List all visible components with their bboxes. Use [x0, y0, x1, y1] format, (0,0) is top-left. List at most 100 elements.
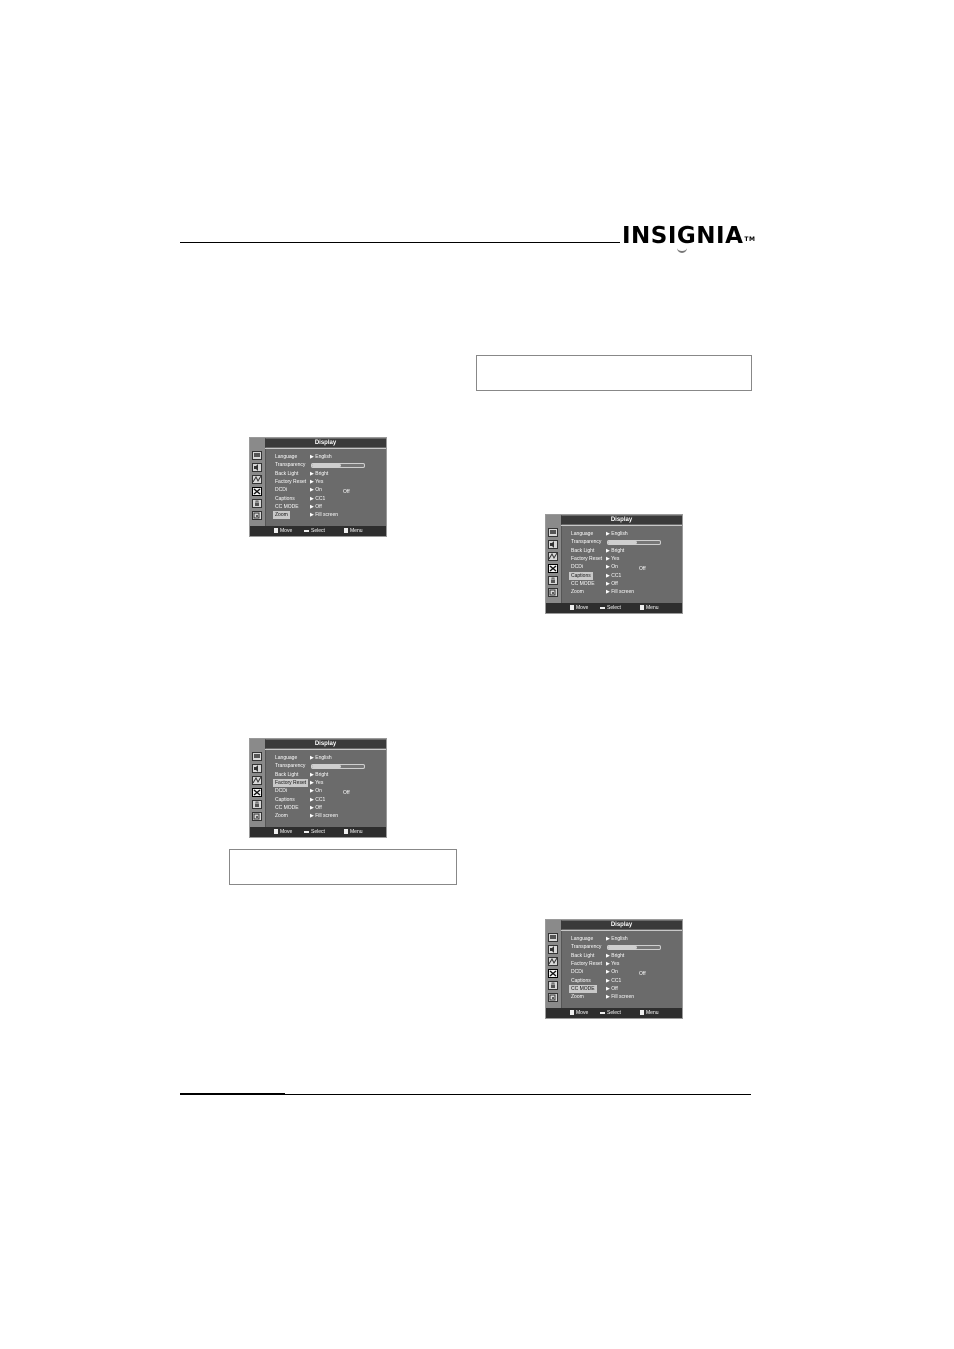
osd-row-captions[interactable]: Captions ▶ CC1	[265, 796, 386, 804]
osd-row-label: Back Light	[571, 952, 595, 959]
setup-icon[interactable]	[548, 969, 558, 978]
osd-row-dcdi[interactable]: DCDi ▶ On	[561, 563, 682, 571]
insignia-logo: INSIGNIATM	[622, 220, 756, 253]
transparency-slider[interactable]	[311, 463, 365, 469]
osd-title: Display	[265, 740, 386, 748]
osd-row-label: Factory Reset	[275, 478, 307, 485]
osd-row-captions[interactable]: Captions ▶ CC1	[561, 571, 682, 580]
osd-sidebar	[546, 515, 562, 603]
osd-footer: Move Select Menu to exit	[250, 526, 386, 536]
transparency-slider[interactable]	[607, 945, 661, 951]
osd-row-value: ▶ CC1	[606, 572, 622, 579]
move-hint: Move	[570, 1008, 588, 1018]
osd-row-value: ▶ On	[310, 788, 322, 795]
osd-sidebar	[250, 438, 266, 526]
osd-row-value: ▶ Bright	[310, 771, 329, 778]
osd-title-underline	[561, 525, 682, 526]
osd-row-value: ▶ Yes	[310, 478, 324, 485]
enter-key-icon	[600, 1011, 605, 1014]
lock-icon[interactable]	[252, 800, 262, 809]
osd-row-value: ▶ Off	[606, 580, 618, 587]
input-icon[interactable]	[548, 993, 558, 1002]
transparency-slider[interactable]	[311, 764, 365, 770]
osd-row-factory-reset[interactable]: Factory Reset ▶ Yes	[561, 960, 682, 968]
updown-key-icon	[570, 1010, 574, 1016]
osd-row-captions[interactable]: Captions ▶ CC1	[561, 977, 682, 985]
channel-icon[interactable]	[548, 552, 558, 561]
channel-icon[interactable]	[252, 776, 262, 785]
osd-row-factory-reset[interactable]: Factory Reset ▶ Yes	[265, 478, 386, 486]
osd-row-value: ▶ English	[310, 755, 332, 761]
osd-row-back-light[interactable]: Back Light ▶ Bright	[265, 771, 386, 779]
osd-row-value: ▶ CC1	[310, 796, 326, 803]
menu-key-icon	[344, 528, 348, 534]
sound-icon[interactable]	[548, 945, 558, 954]
osd-row-back-light[interactable]: Back Light ▶ Bright	[561, 952, 682, 960]
osd-row-label: Back Light	[571, 547, 595, 554]
osd-footer: Move Select Menu to exit	[546, 603, 682, 613]
osd-row-value: ▶ On	[606, 969, 618, 976]
osd-row-zoom[interactable]: Zoom ▶ Fill screen	[561, 993, 682, 1001]
osd-row-language[interactable]: Language ▶ English	[265, 754, 386, 762]
osd-row-factory-reset[interactable]: Factory Reset ▶ Yes	[561, 555, 682, 563]
input-icon[interactable]	[252, 511, 262, 520]
channel-icon[interactable]	[548, 957, 558, 966]
input-icon[interactable]	[252, 812, 262, 821]
osd-row-value: ▶ Yes	[606, 555, 620, 562]
header-rule	[180, 242, 620, 243]
lock-icon[interactable]	[548, 576, 558, 585]
lock-icon[interactable]	[548, 981, 558, 990]
osd-row-dcdi[interactable]: DCDi ▶ On	[265, 486, 386, 494]
osd-row-value: ▶ CC1	[310, 495, 326, 502]
channel-icon[interactable]	[252, 475, 262, 484]
osd-row-label: Language	[275, 755, 298, 761]
osd-row-cc-mode[interactable]: CC MODE ▶ Off	[265, 503, 386, 511]
osd-row-cc-mode[interactable]: CC MODE ▶ Off	[561, 984, 682, 993]
sound-icon[interactable]	[252, 764, 262, 773]
osd-row-zoom[interactable]: Zoom ▶ Fill screen	[265, 511, 386, 520]
exit-hint: Menu to exit	[640, 603, 659, 613]
osd-row-value: ▶ Off	[310, 804, 322, 811]
osd-row-label: CC MODE	[569, 984, 597, 993]
enter-key-icon	[304, 830, 309, 833]
osd-row-back-light[interactable]: Back Light ▶ Bright	[561, 547, 682, 555]
trademark: TM	[744, 236, 756, 243]
osd-footer: Move Select Menu to exit	[250, 827, 386, 837]
osd-title: Display	[265, 439, 386, 447]
osd-row-language[interactable]: Language ▶ English	[265, 453, 386, 461]
osd-row-label: Language	[571, 531, 594, 537]
sound-icon[interactable]	[548, 540, 558, 549]
setup-icon[interactable]	[548, 564, 558, 573]
osd-row-value: ▶ Fill screen	[606, 994, 635, 1001]
osd-row-label: Zoom	[275, 813, 288, 820]
osd-row-zoom[interactable]: Zoom ▶ Fill screen	[561, 588, 682, 596]
picture-icon[interactable]	[548, 528, 558, 537]
picture-icon[interactable]	[252, 451, 262, 460]
osd-row-language[interactable]: Language ▶ English	[561, 530, 682, 538]
osd-row-transparency[interactable]: Transparency	[265, 762, 386, 770]
osd-row-transparency[interactable]: Transparency	[265, 461, 386, 469]
osd-row-label: DCDi	[571, 969, 583, 976]
picture-icon[interactable]	[548, 933, 558, 942]
setup-icon[interactable]	[252, 487, 262, 496]
lock-icon[interactable]	[252, 499, 262, 508]
osd-row-language[interactable]: Language ▶ English	[561, 935, 682, 943]
picture-icon[interactable]	[252, 752, 262, 761]
osd-row-cc-mode[interactable]: CC MODE ▶ Off	[265, 804, 386, 812]
osd-title-underline	[265, 448, 386, 449]
osd-row-transparency[interactable]: Transparency	[561, 943, 682, 951]
osd-row-captions[interactable]: Captions ▶ CC1	[265, 495, 386, 503]
setup-icon[interactable]	[252, 788, 262, 797]
osd-row-back-light[interactable]: Back Light ▶ Bright	[265, 470, 386, 478]
osd-row-zoom[interactable]: Zoom ▶ Fill screen	[265, 812, 386, 820]
input-icon[interactable]	[548, 588, 558, 597]
osd-row-dcdi[interactable]: DCDi ▶ On	[265, 787, 386, 795]
osd-row-label: DCDi	[571, 564, 583, 571]
osd-row-dcdi[interactable]: DCDi ▶ On	[561, 968, 682, 976]
osd-row-factory-reset[interactable]: Factory Reset ▶ Yes	[265, 778, 386, 787]
osd-row-value: ▶ Bright	[606, 547, 625, 554]
osd-row-cc-mode[interactable]: CC MODE ▶ Off	[561, 580, 682, 588]
transparency-slider[interactable]	[607, 540, 661, 546]
osd-row-transparency[interactable]: Transparency	[561, 538, 682, 546]
sound-icon[interactable]	[252, 463, 262, 472]
